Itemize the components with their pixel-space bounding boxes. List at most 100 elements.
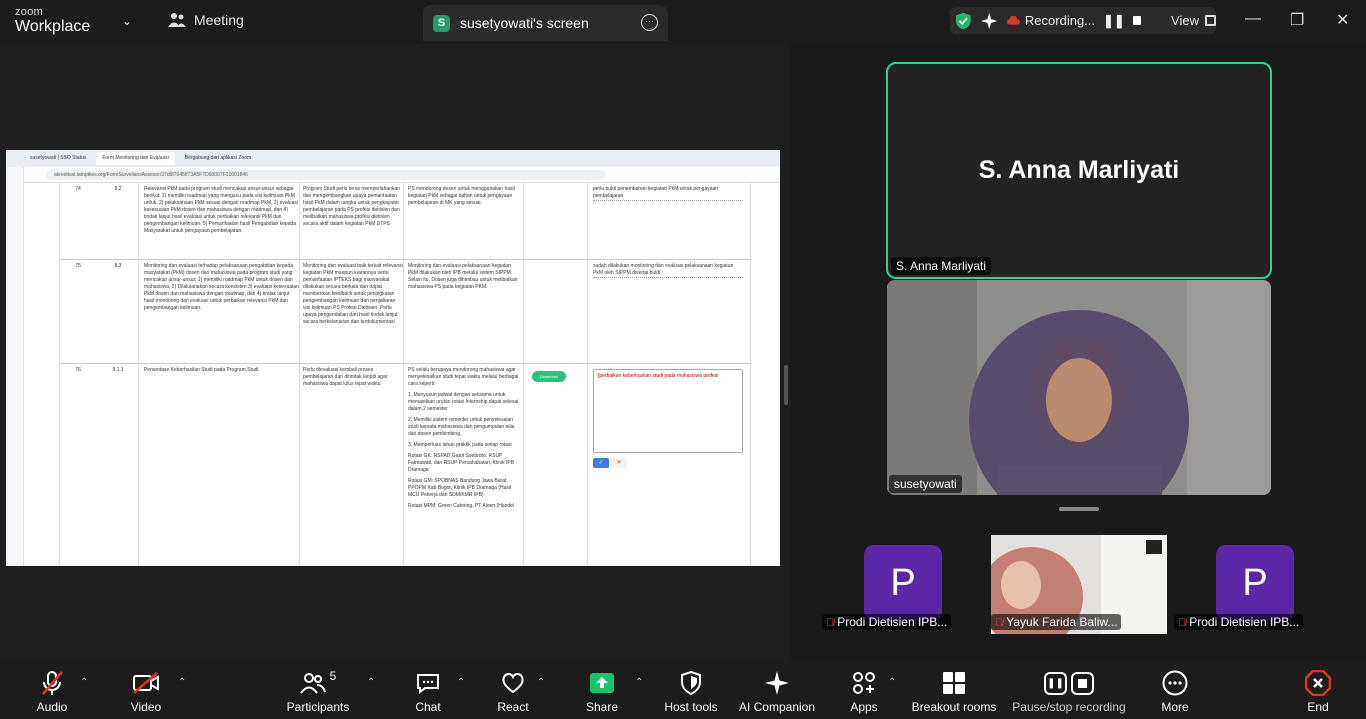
mic-muted-icon: 🎙̸ — [995, 617, 1004, 629]
thumbnail-label: 🎙̸ Prodi Dietisien IPB... — [1174, 614, 1304, 630]
stop-recording-icon[interactable] — [1132, 16, 1142, 25]
save-check-icon[interactable]: ✓ — [593, 458, 609, 468]
ai-sparkle-icon[interactable] — [980, 12, 998, 30]
ai-companion-label: AI Companion — [738, 700, 816, 714]
browser-tab-strip: susetyowati | SSO Status Form Monitoring… — [6, 150, 780, 167]
followup-paragraph: 3. Memperluas lahan praktik pada setiap … — [408, 442, 512, 448]
react-options-chevron-icon[interactable]: ⌃ — [537, 677, 545, 688]
browser-tab-2: Form Monitoring dan Evaluasi — [96, 152, 175, 165]
tab-meeting[interactable]: Meeting — [168, 12, 244, 28]
criteria-text: Persentase Keberhasilan Studi pada Progr… — [144, 367, 259, 373]
title-bar: zoom Workplace ⌄ Meeting S susetyowati's… — [0, 0, 1366, 44]
participants-options-chevron-icon[interactable]: ⌃ — [367, 677, 375, 688]
more-button[interactable]: More — [1157, 669, 1193, 714]
mic-muted-icon: 🎙̸ — [826, 617, 835, 629]
tab-screen-share-label: susetyowati's screen — [460, 15, 589, 31]
apps-button[interactable]: Apps — [846, 669, 882, 714]
active-speaker-tile[interactable]: S. Anna Marliyati S. Anna Marliyati — [886, 62, 1272, 279]
browser-url: akreditasi.lamptkes.org/FormSurveilansAs… — [46, 169, 606, 180]
shield-check-icon[interactable] — [956, 12, 971, 30]
followup-paragraph: Rotasi MPM: Green Catering, PT Aloen (Ha… — [408, 503, 515, 509]
share-button[interactable]: Share — [584, 669, 620, 714]
participants-label: Participants — [286, 700, 350, 714]
app-brand[interactable]: zoom Workplace — [15, 7, 90, 35]
avatar: P — [1216, 545, 1294, 621]
participant-video-tile[interactable]: susetyowati — [887, 280, 1271, 495]
participant-thumbnail[interactable]: P 🎙̸ Prodi Dietisien IPB... — [822, 535, 998, 634]
minimize-icon[interactable]: — — [1245, 10, 1261, 28]
download-button[interactable]: Download — [532, 371, 566, 382]
brand-name: Workplace — [15, 18, 91, 35]
cancel-x-icon[interactable]: ✕ — [611, 458, 627, 468]
chat-button[interactable]: Chat — [410, 669, 446, 714]
browser-address-bar: akreditasi.lamptkes.org/FormSurveilansAs… — [6, 167, 780, 183]
view-label: View — [1171, 13, 1199, 28]
video-label: Video — [130, 700, 162, 714]
breakout-rooms-label: Breakout rooms — [911, 700, 997, 714]
cloud-record-icon — [1007, 15, 1020, 25]
participants-button[interactable]: 5 Participants — [286, 669, 350, 714]
restore-icon[interactable]: ❐ — [1290, 10, 1304, 30]
splitter-handle[interactable] — [784, 365, 788, 405]
followup-text: PS mendorong dosen untuk menggunakan has… — [408, 186, 515, 206]
participant-name: Prodi Dietisien IPB... — [837, 615, 948, 629]
breakout-rooms-icon — [943, 672, 965, 694]
recording-label: Recording... — [1024, 13, 1096, 28]
browser-tab-3: Bergabung dari aplikasi Zoom — [184, 155, 252, 161]
brand-top: zoom — [15, 6, 44, 18]
share-options-chevron-icon[interactable]: ⌃ — [635, 677, 643, 688]
video-tile-label: susetyowati — [889, 475, 962, 493]
followup-text: Monitoring dan evaluasi pelaksanaan kegi… — [408, 263, 518, 290]
recording-status: Recording... ❚❚ View — [950, 7, 1216, 34]
people-icon — [168, 13, 186, 27]
react-label: React — [497, 700, 529, 714]
table-row: 76 9.1.1 Persentase Keberhasilan Studi p… — [60, 364, 750, 566]
sharer-badge: S — [433, 14, 450, 32]
mic-muted-icon — [42, 671, 63, 695]
participant-thumbnail[interactable]: P 🎙̸ Prodi Dietisien IPB... — [1174, 535, 1350, 634]
assessor-note-input[interactable]: [perbaikan keberhasilan studi pada mahas… — [593, 369, 743, 453]
pause-recording-icon[interactable]: ❚❚ — [1103, 13, 1125, 29]
participant-video — [887, 280, 1271, 495]
breakout-rooms-button[interactable]: Breakout rooms — [910, 669, 998, 714]
criteria-text: Relevansi PkM pada program studi mencaku… — [144, 186, 298, 234]
followup-paragraph: Rotasi GM: SPOBNAS Bandung Jawa Barat, P… — [408, 478, 512, 498]
criteria-text: Monitoring dan evaluasi terhadap pelaksa… — [144, 263, 299, 311]
host-tools-button[interactable]: Host tools — [662, 669, 720, 714]
host-tools-label: Host tools — [664, 700, 718, 714]
gallery-resize-handle[interactable] — [1059, 507, 1099, 511]
pause-icon: ❚❚ — [1044, 671, 1067, 695]
pause-stop-recording-button[interactable]: ❚❚ Pause/stop recording — [1010, 669, 1128, 714]
row-number: 75 — [75, 263, 81, 269]
row-code: 9.1.1 — [112, 367, 124, 373]
chat-icon — [417, 674, 439, 694]
video-button[interactable]: Video — [124, 669, 168, 714]
view-button[interactable]: View — [1171, 13, 1216, 28]
chat-options-chevron-icon[interactable]: ⌃ — [457, 677, 465, 688]
video-options-chevron-icon[interactable]: ⌃ — [178, 677, 186, 688]
react-button[interactable]: React — [494, 669, 532, 714]
grid-view-icon — [1205, 15, 1216, 26]
speaker-display-name: S. Anna Marliyati — [978, 156, 1180, 184]
ai-sparkle-icon — [765, 671, 789, 695]
end-meeting-button[interactable]: End — [1300, 669, 1336, 714]
table-row: 75 8.3 Monitoring dan evaluasi terhadap … — [60, 260, 750, 364]
participant-thumbnail[interactable]: 🎙̸ Yayuk Farida Baliw... — [991, 535, 1167, 634]
row-code: 8.3 — [114, 263, 122, 269]
followup-paragraph: 2. Memiliki sistem reminder untuk penyel… — [408, 417, 515, 437]
ai-companion-button[interactable]: AI Companion — [738, 669, 816, 714]
more-options-icon[interactable]: ··· — [641, 14, 658, 31]
chevron-down-icon[interactable]: ⌄ — [122, 14, 132, 28]
audio-options-chevron-icon[interactable]: ⌃ — [80, 677, 88, 688]
apps-label: Apps — [850, 700, 878, 714]
thumbnail-label: 🎙̸ Yayuk Farida Baliw... — [991, 614, 1122, 630]
audio-button[interactable]: Audio — [30, 669, 74, 714]
tab-screen-share[interactable]: S susetyowati's screen ··· — [423, 5, 668, 41]
browser-side-rail — [6, 167, 24, 566]
followup-paragraph: Rotasi GK: RSPAD Gatot Soebroto, RSUP Fa… — [408, 453, 515, 473]
table-row: 74 8.2 Relevansi PkM pada program studi … — [60, 183, 750, 260]
apps-options-chevron-icon[interactable]: ⌃ — [888, 677, 896, 688]
close-icon[interactable]: ✕ — [1336, 10, 1349, 30]
stop-icon — [1071, 671, 1094, 695]
row-code: 8.2 — [114, 186, 122, 192]
